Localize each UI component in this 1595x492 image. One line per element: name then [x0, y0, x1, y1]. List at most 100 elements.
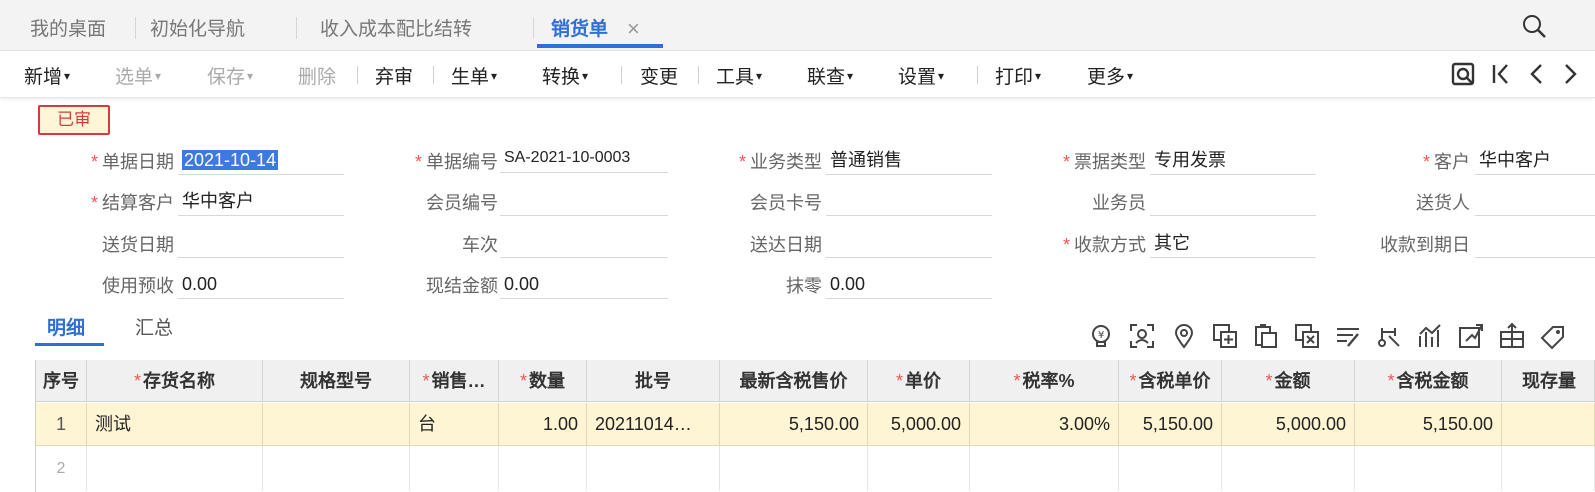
column-header[interactable]: * 数量: [499, 360, 587, 402]
table-cell[interactable]: [1119, 446, 1222, 491]
vehicle-field[interactable]: [500, 228, 668, 258]
first-page-icon[interactable]: [1489, 60, 1515, 88]
prepay-field[interactable]: 0.00: [178, 269, 344, 299]
add-button[interactable]: 新增 ▾: [24, 62, 70, 89]
table-cell[interactable]: 台: [410, 403, 499, 446]
delivery-date-field[interactable]: [178, 228, 344, 258]
tag-icon[interactable]: [1539, 322, 1567, 350]
columns-icon[interactable]: [1498, 322, 1526, 350]
biz-type-field[interactable]: 普通销售: [826, 145, 992, 175]
tab-sales-order[interactable]: 销货单: [551, 14, 608, 41]
save-button[interactable]: 保存 ▾: [207, 62, 253, 89]
table-cell[interactable]: [587, 446, 720, 491]
search-icon[interactable]: [1520, 12, 1548, 40]
column-header-text: 税率%: [1022, 371, 1075, 391]
scan-icon[interactable]: [1128, 322, 1156, 350]
doc-date-field[interactable]: 2021-10-14: [178, 145, 344, 175]
card-no-field[interactable]: [826, 186, 992, 216]
due-date-label: 收款到期日: [1380, 235, 1470, 255]
chart-icon[interactable]: [1416, 322, 1444, 350]
select-button[interactable]: 选单 ▾: [115, 62, 161, 89]
abandon-audit-button[interactable]: 弃审: [375, 62, 413, 89]
tools-button[interactable]: 工具 ▾: [716, 62, 762, 89]
column-header[interactable]: * 单价: [868, 360, 970, 402]
table-cell[interactable]: [1502, 446, 1595, 491]
column-header[interactable]: * 含税单价: [1119, 360, 1222, 402]
table-cell[interactable]: [499, 446, 587, 491]
settle-customer-label-text: 结算客户: [102, 193, 174, 213]
tab-summary[interactable]: 汇总: [135, 313, 173, 340]
doc-no-label: * 单据编号: [380, 148, 498, 174]
table-cell[interactable]: [1502, 403, 1595, 446]
column-header[interactable]: * 存货名称: [87, 360, 263, 402]
column-header[interactable]: * 金额: [1222, 360, 1355, 402]
next-page-icon[interactable]: [1560, 60, 1586, 88]
delete-button[interactable]: 删除: [298, 62, 336, 89]
customer-field[interactable]: 华中客户: [1475, 145, 1595, 175]
preview-icon[interactable]: [1451, 60, 1477, 88]
settings-button[interactable]: 设置 ▾: [898, 62, 944, 89]
settle-customer-field[interactable]: 华中客户: [178, 186, 344, 216]
export-icon[interactable]: [1457, 322, 1485, 350]
table-cell[interactable]: [970, 446, 1119, 491]
column-header[interactable]: 批号: [587, 360, 720, 402]
pay-method-field[interactable]: 其它: [1150, 228, 1316, 258]
delete-row-icon[interactable]: [1293, 322, 1321, 350]
table-cell[interactable]: [410, 446, 499, 491]
rounding-field[interactable]: 0.00: [826, 269, 992, 299]
table-cell[interactable]: 5,000.00: [1222, 403, 1355, 446]
table-cell[interactable]: 5,150.00: [720, 403, 868, 446]
table-cell[interactable]: [1355, 446, 1502, 491]
column-header[interactable]: 规格型号: [263, 360, 410, 402]
arrive-date-field[interactable]: [826, 228, 992, 258]
table-cell[interactable]: [868, 446, 970, 491]
tab-detail[interactable]: 明细: [47, 313, 85, 340]
cash-amount-field[interactable]: 0.00: [500, 269, 668, 299]
filter-icon[interactable]: [1334, 322, 1362, 350]
split-icon[interactable]: [1375, 322, 1403, 350]
tab-init-nav[interactable]: 初始化导航: [150, 14, 245, 41]
table-cell[interactable]: 5,150.00: [1119, 403, 1222, 446]
tab-income-cost[interactable]: 收入成本配比结转: [320, 14, 472, 41]
invoice-type-field[interactable]: 专用发票: [1150, 145, 1316, 175]
member-no-label: 会员编号: [426, 193, 498, 213]
generate-button[interactable]: 生单 ▾: [451, 62, 497, 89]
member-no-field[interactable]: [500, 186, 668, 216]
delivery-date-label: 送货日期: [102, 235, 174, 255]
table-cell[interactable]: [263, 446, 410, 491]
table-cell[interactable]: 3.00%: [970, 403, 1119, 446]
more-button[interactable]: 更多 ▾: [1087, 62, 1133, 89]
location-icon[interactable]: [1170, 322, 1198, 350]
print-button[interactable]: 打印 ▾: [995, 62, 1041, 89]
tools-label: 工具: [716, 67, 755, 88]
bulb-icon[interactable]: ¥: [1087, 322, 1115, 350]
column-header[interactable]: * 含税金额: [1355, 360, 1502, 402]
column-header[interactable]: * 销售…: [410, 360, 499, 402]
column-header[interactable]: * 税率%: [970, 360, 1119, 402]
doc-no-field[interactable]: SA-2021-10-0003: [500, 143, 668, 173]
due-date-field[interactable]: [1475, 228, 1595, 258]
table-cell[interactable]: 5,150.00: [1355, 403, 1502, 446]
previous-page-icon[interactable]: [1524, 60, 1550, 88]
paste-icon[interactable]: [1252, 322, 1280, 350]
close-tab-icon[interactable]: ×: [627, 16, 640, 42]
deliverer-field[interactable]: [1475, 186, 1595, 216]
table-cell[interactable]: [87, 446, 263, 491]
table-cell[interactable]: 1.00: [499, 403, 587, 446]
table-cell[interactable]: 20211014…: [587, 403, 720, 446]
convert-button[interactable]: 转换 ▾: [542, 62, 588, 89]
table-cell[interactable]: 测试: [87, 403, 263, 446]
add-row-icon[interactable]: [1211, 322, 1239, 350]
change-button[interactable]: 变更: [640, 62, 678, 89]
link-query-button[interactable]: 联查 ▾: [807, 62, 853, 89]
table-cell[interactable]: 5,000.00: [868, 403, 970, 446]
salesman-field[interactable]: [1150, 186, 1316, 216]
column-header[interactable]: 序号: [36, 360, 87, 402]
column-header[interactable]: 现存量: [1502, 360, 1595, 402]
vehicle-label: 车次: [462, 235, 498, 255]
column-header[interactable]: 最新含税售价: [720, 360, 868, 402]
table-cell[interactable]: [263, 403, 410, 446]
tab-my-desktop[interactable]: 我的桌面: [30, 14, 106, 41]
table-cell[interactable]: [720, 446, 868, 491]
table-cell[interactable]: [1222, 446, 1355, 491]
